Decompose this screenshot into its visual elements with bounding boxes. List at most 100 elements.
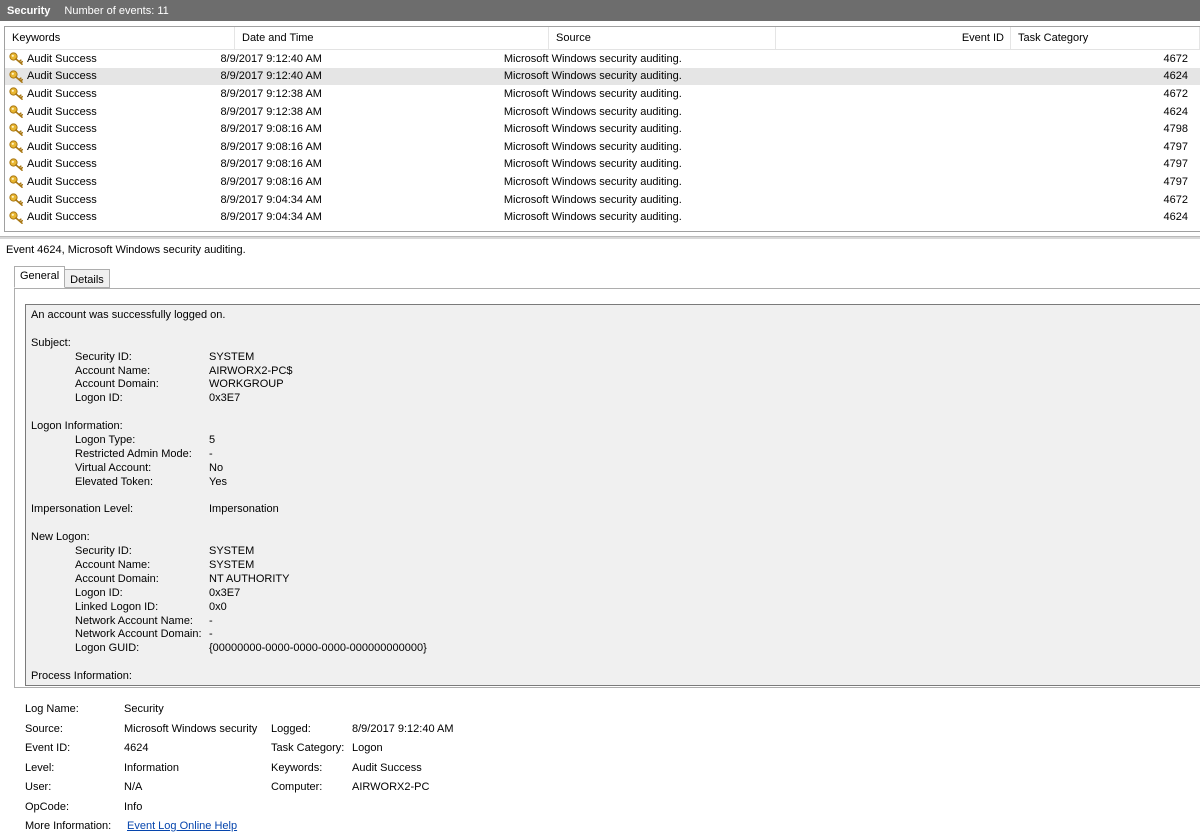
task-category-cell: Special Logon (1196, 194, 1200, 206)
source-cell: Microsoft Windows security auditing. (503, 158, 682, 171)
tab-general[interactable]: General (14, 266, 66, 288)
message-line: Account Name: AIRWORX2-PC$ (31, 365, 1200, 379)
message-field-value: {00000000-0000-0000-0000-000000000000} (209, 642, 427, 655)
message-line (31, 517, 1200, 531)
message-line: Subject: (31, 337, 1200, 351)
message-field-label: Impersonation Level: (31, 503, 134, 516)
message-line: Security ID: SYSTEM (31, 545, 1200, 559)
message-line: Logon Information: (31, 420, 1200, 434)
message-field-label: Elevated Token: (75, 475, 154, 488)
message-field-value: WORKGROUP (209, 378, 284, 391)
message-field-label: Restricted Admin Mode: (75, 447, 192, 460)
column-header-keywords[interactable]: Keywords (5, 27, 235, 49)
table-row[interactable]: Audit Success 8/9/2017 9:08:16 AM Microsof… (5, 120, 1200, 138)
source-label: Source: (25, 722, 63, 735)
event-id-cell: 4672 (1163, 193, 1188, 206)
logged-value: 8/9/2017 9:12:40 AM (352, 722, 454, 735)
keywords-text: Audit Success (27, 211, 97, 224)
general-tab-panel: An account was successfully logged on. Su… (14, 288, 1200, 688)
message-field-value: No (209, 461, 224, 474)
event-id-cell: 4672 (1163, 87, 1188, 100)
message-field-label: Virtual Account: (75, 461, 152, 474)
key-icon (9, 52, 24, 66)
table-row[interactable]: Audit Success 8/9/2017 9:04:34 AM Microsof… (5, 191, 1200, 209)
key-icon (9, 175, 24, 189)
date-time-cell: 8/9/2017 9:04:34 AM (220, 211, 322, 224)
event-id-cell: 4798 (1163, 123, 1188, 136)
keywords-text: Audit Success (27, 158, 97, 171)
message-field-value: - (209, 447, 213, 460)
summary-row-user: User: N/A Computer: AIRWORX2-PC (25, 781, 1195, 801)
table-row[interactable]: Audit Success 8/9/2017 9:12:38 AM Microsof… (5, 103, 1200, 121)
key-icon (9, 70, 24, 83)
date-time-cell: 8/9/2017 9:12:40 AM (220, 52, 322, 65)
keywords-text: Audit Success (27, 105, 97, 118)
column-header-source[interactable]: Source (549, 27, 776, 49)
source-value: Microsoft Windows security (124, 722, 258, 735)
message-text: New Logon: (31, 531, 90, 544)
message-line: Network Account Name: - (31, 615, 1200, 629)
task-category-value: Logon (352, 742, 383, 754)
message-line: Security ID: SYSTEM (31, 351, 1200, 365)
table-row[interactable]: Audit Success 8/9/2017 9:12:40 AM Microsof… (5, 67, 1200, 86)
message-field-value: Impersonation (209, 503, 279, 516)
message-text: Logon Information: (31, 420, 123, 433)
date-time-cell: 8/9/2017 9:08:16 AM (220, 123, 322, 136)
date-time-cell: 8/9/2017 9:08:16 AM (220, 140, 322, 153)
events-list[interactable]: Keywords Date and Time Source Event ID T… (4, 26, 1200, 232)
message-field-label: Security ID: (75, 350, 132, 363)
summary-row-log-name: Log Name: Security (25, 703, 1195, 723)
keywords-text: Audit Success (27, 175, 97, 188)
event-message-box[interactable]: An account was successfully logged on. Su… (25, 304, 1200, 686)
keywords-label: Keywords: (271, 761, 323, 774)
source-cell: Microsoft Windows security auditing. (503, 140, 682, 153)
keywords-text: Audit Success (27, 193, 97, 206)
pane-splitter[interactable] (0, 236, 1200, 239)
source-cell: Microsoft Windows security auditing. (503, 211, 682, 224)
summary-row-more-info: More Information: Event Log Online Help (25, 820, 1195, 840)
column-header-date-time[interactable]: Date and Time (235, 27, 549, 49)
column-header-task-category[interactable]: Task Category (1011, 27, 1200, 49)
level-label: Level: (25, 761, 55, 774)
message-line: Logon ID: 0x3E7 (31, 587, 1200, 601)
message-line: An account was successfully logged on. (31, 309, 1200, 323)
summary-row-opcode: OpCode: Info (25, 801, 1195, 821)
events-list-header: Keywords Date and Time Source Event ID T… (5, 27, 1200, 50)
table-row[interactable]: Audit Success 8/9/2017 9:04:34 AM Microsof… (5, 208, 1200, 226)
detail-tabs: General Details (14, 266, 110, 289)
message-line: Virtual Account: No (31, 462, 1200, 476)
table-row[interactable]: Audit Success 8/9/2017 9:12:40 AM Microsof… (5, 50, 1200, 68)
event-id-cell: 4672 (1163, 52, 1188, 65)
event-id-cell: 4624 (1163, 70, 1188, 83)
keywords-text: Audit Success (27, 140, 97, 153)
keywords-cell: Audit Success (5, 140, 212, 154)
task-category-cell: Logon (1196, 211, 1200, 223)
source-cell: Microsoft Windows security auditing. (503, 105, 682, 118)
message-field-value: Yes (209, 475, 227, 488)
log-name-label: Log Name: (25, 703, 79, 715)
tab-details[interactable]: Details (64, 269, 110, 288)
column-header-event-id[interactable]: Event ID (776, 27, 1011, 49)
date-time-cell: 8/9/2017 9:08:16 AM (220, 175, 322, 188)
source-cell: Microsoft Windows security auditing. (503, 52, 682, 65)
message-field-value: - (209, 614, 213, 627)
log-name-value: Security (124, 703, 164, 715)
message-line: Network Account Domain: - (31, 628, 1200, 642)
key-icon (9, 105, 24, 119)
date-time-cell: 8/9/2017 9:12:38 AM (220, 87, 322, 100)
computer-label: Computer: (271, 781, 323, 793)
keywords-cell: Audit Success (5, 211, 212, 224)
event-log-online-help-link[interactable]: Event Log Online Help (127, 820, 237, 832)
message-line: Elevated Token: Yes (31, 476, 1200, 490)
table-row[interactable]: Audit Success 8/9/2017 9:08:16 AM Microsof… (5, 156, 1200, 174)
key-icon (9, 140, 24, 154)
table-row[interactable]: Audit Success 8/9/2017 9:08:16 AM Microsof… (5, 173, 1200, 191)
keywords-cell: Audit Success (5, 123, 212, 136)
table-row[interactable]: Audit Success 8/9/2017 9:08:16 AM Microsof… (5, 138, 1200, 156)
task-category-cell: Logon (1196, 106, 1200, 118)
message-field-label: Linked Logon ID: (75, 600, 159, 613)
summary-row-source: Source: Microsoft Windows security Logge… (25, 723, 1195, 743)
keywords-cell: Audit Success (5, 193, 212, 207)
message-line (31, 323, 1200, 337)
table-row[interactable]: Audit Success 8/9/2017 9:12:38 AM Microsof… (5, 85, 1200, 103)
